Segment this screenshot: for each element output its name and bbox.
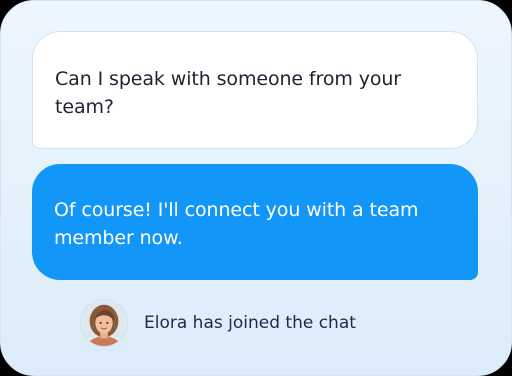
agent-joined-text: Elora has joined the chat <box>144 313 356 333</box>
agent-message-bubble: Of course! I'll connect you with a team … <box>32 164 478 280</box>
agent-joined-notice: Elora has joined the chat <box>80 299 356 347</box>
user-message-bubble: Can I speak with someone from your team? <box>32 31 478 149</box>
chat-panel: Can I speak with someone from your team?… <box>0 0 512 376</box>
agent-message-text: Of course! I'll connect you with a team … <box>54 199 419 249</box>
agent-avatar-icon <box>81 300 127 346</box>
avatar <box>80 299 128 347</box>
user-message-text: Can I speak with someone from your team? <box>55 68 402 118</box>
